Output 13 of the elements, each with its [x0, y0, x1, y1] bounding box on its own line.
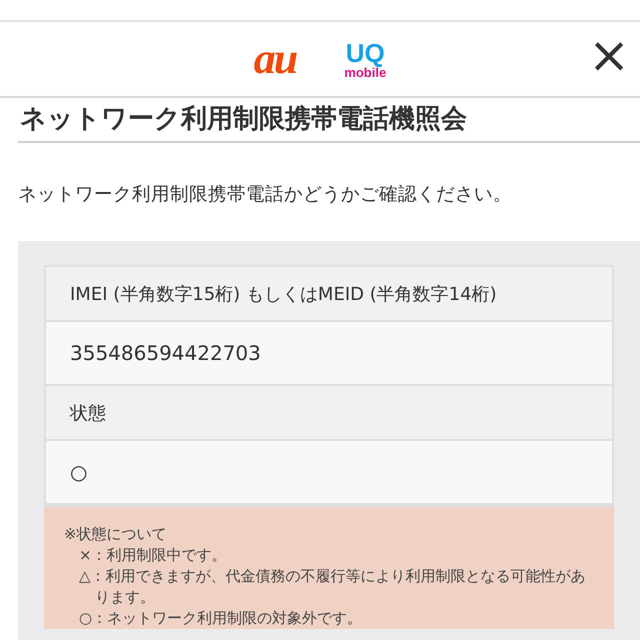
note-item: ○：ネットワーク利用制限の対象外です。	[79, 608, 364, 629]
intro-text: ネットワーク利用制限携帯電話かどうかご確認ください。	[18, 183, 513, 208]
field-label: 状態	[46, 386, 612, 441]
field-value: 355486594422703	[46, 322, 612, 386]
field-value: ○	[46, 440, 612, 505]
note-item: ×：利用制限中です。	[79, 544, 228, 566]
close-button[interactable]: ×	[584, 30, 634, 80]
field-label: IMEI (半角数字15桁) もしくはMEID (半角数字14桁)	[46, 266, 612, 322]
note-item: △：利用できますが、代金債務の不履行等により利用制限となる可能性があります。	[79, 566, 586, 608]
note-heading: ※状態について	[64, 524, 168, 545]
uq-mobile-logo: UQ mobile	[344, 40, 386, 78]
au-logo: au	[254, 37, 296, 81]
page-title: ネットワーク利用制限携帯電話機照会	[18, 98, 640, 144]
